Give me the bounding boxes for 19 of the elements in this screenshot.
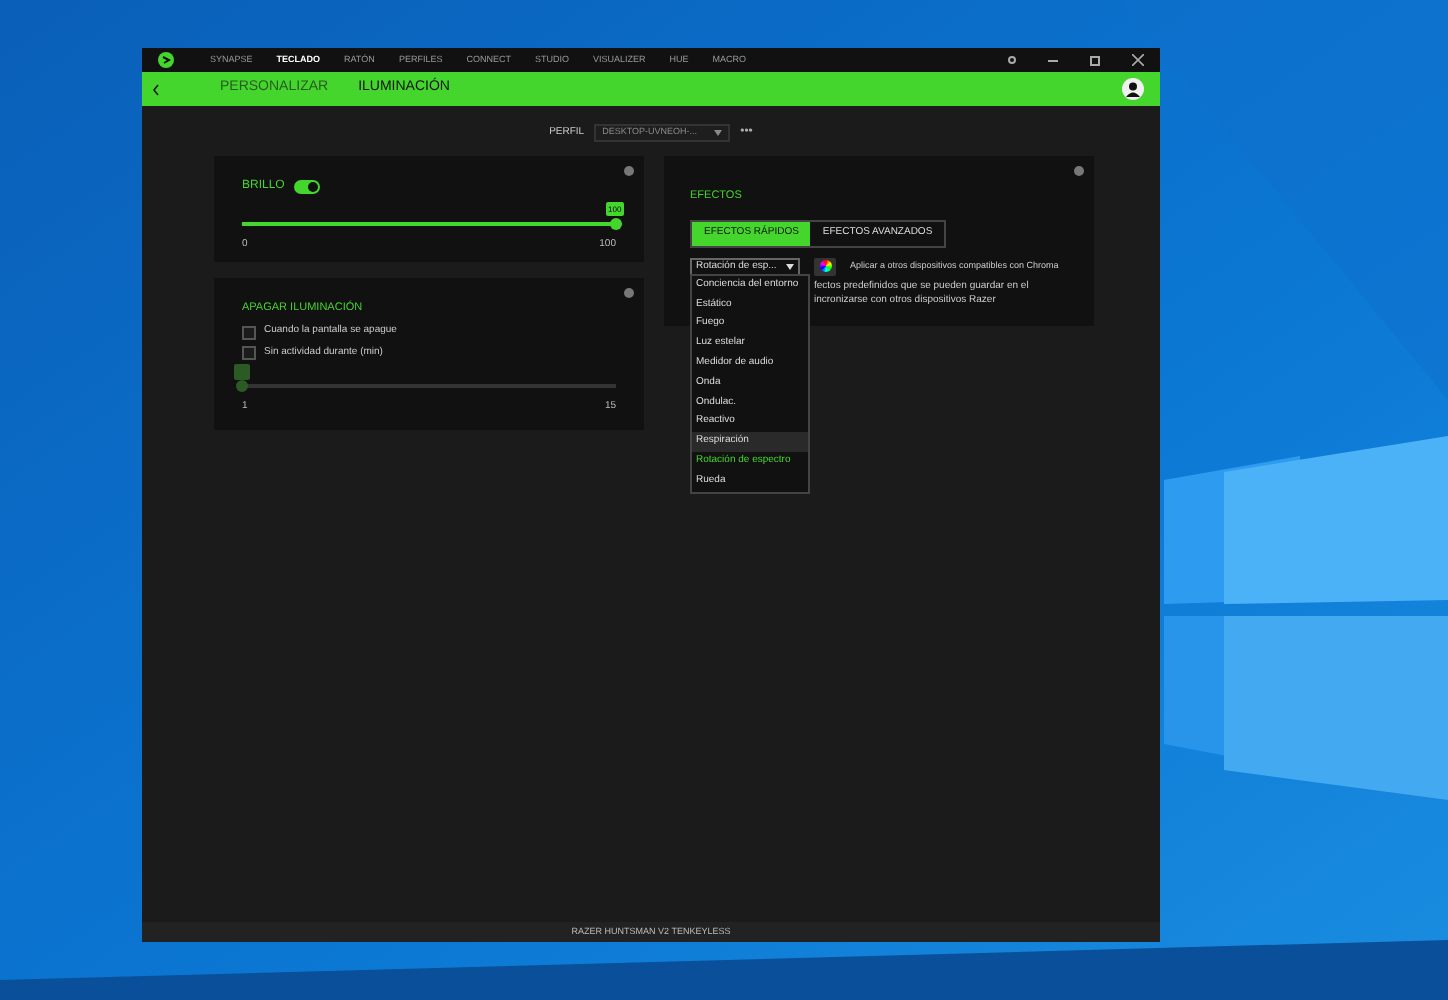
caret-icon — [714, 130, 723, 136]
back-icon[interactable] — [152, 83, 160, 95]
slider-track[interactable] — [242, 384, 616, 389]
info-icon[interactable] — [1074, 166, 1084, 176]
settings-icon[interactable] — [1008, 56, 1016, 64]
maximize-icon[interactable] — [1090, 55, 1100, 65]
slider-thumb[interactable] — [610, 218, 622, 230]
info-icon[interactable] — [624, 288, 634, 298]
avatar-icon[interactable] — [1122, 78, 1144, 100]
close-icon[interactable] — [1132, 54, 1144, 66]
minimize-icon[interactable] — [1048, 59, 1058, 61]
chroma-button[interactable] — [814, 257, 836, 276]
checkbox[interactable] — [242, 325, 256, 339]
checkbox[interactable] — [242, 346, 256, 360]
chroma-icon — [819, 260, 831, 273]
slider-thumb[interactable] — [236, 380, 248, 393]
value-bubble — [234, 364, 250, 381]
info-icon[interactable] — [624, 166, 634, 176]
brightness-toggle[interactable] — [294, 180, 321, 194]
